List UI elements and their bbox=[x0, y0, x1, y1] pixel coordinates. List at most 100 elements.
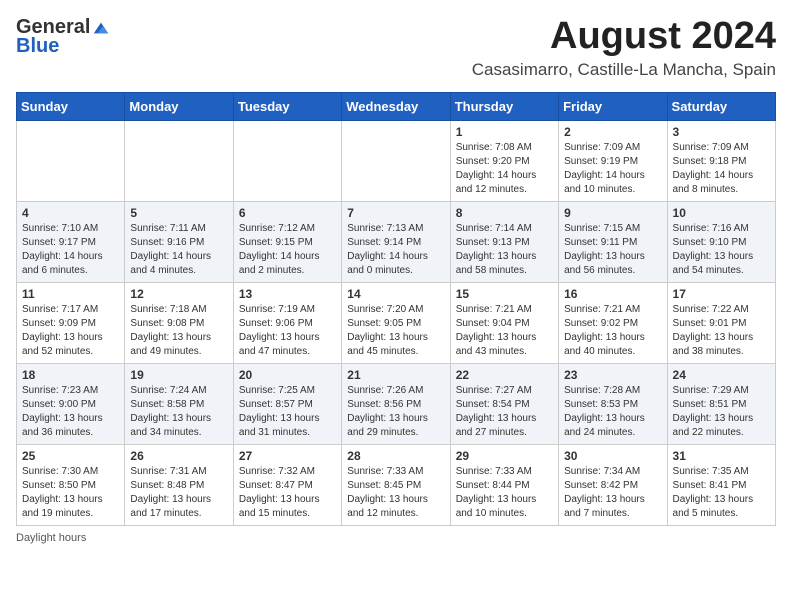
day-number: 18 bbox=[22, 368, 119, 382]
calendar-cell: 4 Sunrise: 7:10 AM Sunset: 9:17 PM Daylig… bbox=[17, 201, 125, 282]
day-number: 16 bbox=[564, 287, 661, 301]
day-info: Sunrise: 7:21 AM Sunset: 9:04 PM Dayligh… bbox=[456, 303, 553, 359]
day-info: Sunrise: 7:13 AM Sunset: 9:14 PM Dayligh… bbox=[347, 222, 444, 278]
day-info: Sunrise: 7:15 AM Sunset: 9:11 PM Dayligh… bbox=[564, 222, 661, 278]
calendar-cell: 15 Sunrise: 7:21 AM Sunset: 9:04 PM Dayli… bbox=[450, 282, 558, 363]
day-number: 30 bbox=[564, 449, 661, 463]
col-header-sunday: Sunday bbox=[17, 92, 125, 120]
day-number: 4 bbox=[22, 206, 119, 220]
day-number: 8 bbox=[456, 206, 553, 220]
day-number: 29 bbox=[456, 449, 553, 463]
calendar-cell: 6Sunrise: 7:12 AM Sunset: 9:15 PM Daylig… bbox=[233, 201, 341, 282]
location-subtitle: Casasimarro, Castille-La Mancha, Spain bbox=[472, 60, 776, 80]
day-number: 17 bbox=[673, 287, 770, 301]
day-info: Sunrise: 7:29 AM Sunset: 8:51 PM Dayligh… bbox=[673, 384, 770, 440]
calendar-cell: 13 Sunrise: 7:19 AM Sunset: 9:06 PM Dayli… bbox=[233, 282, 341, 363]
day-info: Sunrise: 7:17 AM Sunset: 9:09 PM Dayligh… bbox=[22, 303, 119, 359]
calendar-cell: 16 Sunrise: 7:21 AM Sunset: 9:02 PM Dayli… bbox=[559, 282, 667, 363]
calendar-cell: 28Sunrise: 7:33 AM Sunset: 8:45 PM Dayli… bbox=[342, 444, 450, 525]
calendar-cell: 25Sunrise: 7:30 AM Sunset: 8:50 PM Dayli… bbox=[17, 444, 125, 525]
day-info: Sunrise: 7:23 AM Sunset: 9:00 PM Dayligh… bbox=[22, 384, 119, 440]
calendar-cell: 21Sunrise: 7:26 AM Sunset: 8:56 PM Dayli… bbox=[342, 363, 450, 444]
week-row-1: 1 Sunrise: 7:08 AM Sunset: 9:20 PM Daylig… bbox=[17, 120, 776, 201]
day-number: 13 bbox=[239, 287, 336, 301]
calendar-cell: 20Sunrise: 7:25 AM Sunset: 8:57 PM Dayli… bbox=[233, 363, 341, 444]
day-number: 19 bbox=[130, 368, 227, 382]
calendar-cell: 2 Sunrise: 7:09 AM Sunset: 9:19 PM Daylig… bbox=[559, 120, 667, 201]
calendar-cell: 7Sunrise: 7:13 AM Sunset: 9:14 PM Daylig… bbox=[342, 201, 450, 282]
day-number: 23 bbox=[564, 368, 661, 382]
title-section: August 2024 Casasimarro, Castille-La Man… bbox=[472, 16, 776, 80]
day-number: 26 bbox=[130, 449, 227, 463]
day-info: Sunrise: 7:18 AM Sunset: 9:08 PM Dayligh… bbox=[130, 303, 227, 359]
col-header-friday: Friday bbox=[559, 92, 667, 120]
day-number: 6 bbox=[239, 206, 336, 220]
day-number: 3 bbox=[673, 125, 770, 139]
day-info: Sunrise: 7:19 AM Sunset: 9:06 PM Dayligh… bbox=[239, 303, 336, 359]
calendar-cell: 31Sunrise: 7:35 AM Sunset: 8:41 PM Dayli… bbox=[667, 444, 775, 525]
day-info: Sunrise: 7:27 AM Sunset: 8:54 PM Dayligh… bbox=[456, 384, 553, 440]
calendar-cell bbox=[17, 120, 125, 201]
day-info: Sunrise: 7:24 AM Sunset: 8:58 PM Dayligh… bbox=[130, 384, 227, 440]
calendar-header-row: SundayMondayTuesdayWednesdayThursdayFrid… bbox=[17, 92, 776, 120]
calendar-cell: 14 Sunrise: 7:20 AM Sunset: 9:05 PM Dayli… bbox=[342, 282, 450, 363]
calendar-cell: 19 Sunrise: 7:24 AM Sunset: 8:58 PM Dayli… bbox=[125, 363, 233, 444]
calendar-cell: 1 Sunrise: 7:08 AM Sunset: 9:20 PM Daylig… bbox=[450, 120, 558, 201]
calendar-cell bbox=[125, 120, 233, 201]
calendar-cell: 5Sunrise: 7:11 AM Sunset: 9:16 PM Daylig… bbox=[125, 201, 233, 282]
day-number: 14 bbox=[347, 287, 444, 301]
calendar-cell: 22 Sunrise: 7:27 AM Sunset: 8:54 PM Dayli… bbox=[450, 363, 558, 444]
col-header-saturday: Saturday bbox=[667, 92, 775, 120]
day-number: 21 bbox=[347, 368, 444, 382]
calendar-cell: 8 Sunrise: 7:14 AM Sunset: 9:13 PM Daylig… bbox=[450, 201, 558, 282]
calendar-cell: 29 Sunrise: 7:33 AM Sunset: 8:44 PM Dayli… bbox=[450, 444, 558, 525]
calendar-cell: 17 Sunrise: 7:22 AM Sunset: 9:01 PM Dayli… bbox=[667, 282, 775, 363]
logo: General Blue bbox=[16, 16, 110, 58]
day-info: Sunrise: 7:14 AM Sunset: 9:13 PM Dayligh… bbox=[456, 222, 553, 278]
day-info: Sunrise: 7:33 AM Sunset: 8:44 PM Dayligh… bbox=[456, 465, 553, 521]
day-info: Sunrise: 7:10 AM Sunset: 9:17 PM Dayligh… bbox=[22, 222, 119, 278]
logo-icon bbox=[92, 19, 110, 37]
day-number: 5 bbox=[130, 206, 227, 220]
calendar-cell bbox=[342, 120, 450, 201]
footer-note: Daylight hours bbox=[16, 532, 776, 544]
calendar-cell: 9Sunrise: 7:15 AM Sunset: 9:11 PM Daylig… bbox=[559, 201, 667, 282]
day-number: 2 bbox=[564, 125, 661, 139]
calendar-cell: 26 Sunrise: 7:31 AM Sunset: 8:48 PM Dayli… bbox=[125, 444, 233, 525]
day-number: 12 bbox=[130, 287, 227, 301]
day-number: 15 bbox=[456, 287, 553, 301]
day-info: Sunrise: 7:31 AM Sunset: 8:48 PM Dayligh… bbox=[130, 465, 227, 521]
day-info: Sunrise: 7:35 AM Sunset: 8:41 PM Dayligh… bbox=[673, 465, 770, 521]
calendar-cell: 18 Sunrise: 7:23 AM Sunset: 9:00 PM Dayli… bbox=[17, 363, 125, 444]
page-header: General Blue August 2024 Casasimarro, Ca… bbox=[16, 16, 776, 80]
day-info: Sunrise: 7:08 AM Sunset: 9:20 PM Dayligh… bbox=[456, 141, 553, 197]
calendar-cell: 10Sunrise: 7:16 AM Sunset: 9:10 PM Dayli… bbox=[667, 201, 775, 282]
week-row-2: 4 Sunrise: 7:10 AM Sunset: 9:17 PM Daylig… bbox=[17, 201, 776, 282]
calendar-cell bbox=[233, 120, 341, 201]
day-info: Sunrise: 7:34 AM Sunset: 8:42 PM Dayligh… bbox=[564, 465, 661, 521]
day-info: Sunrise: 7:20 AM Sunset: 9:05 PM Dayligh… bbox=[347, 303, 444, 359]
col-header-wednesday: Wednesday bbox=[342, 92, 450, 120]
month-year-title: August 2024 bbox=[472, 16, 776, 58]
day-info: Sunrise: 7:09 AM Sunset: 9:19 PM Dayligh… bbox=[564, 141, 661, 197]
day-number: 28 bbox=[347, 449, 444, 463]
day-number: 22 bbox=[456, 368, 553, 382]
logo-blue-text: Blue bbox=[16, 35, 59, 58]
day-info: Sunrise: 7:16 AM Sunset: 9:10 PM Dayligh… bbox=[673, 222, 770, 278]
day-info: Sunrise: 7:32 AM Sunset: 8:47 PM Dayligh… bbox=[239, 465, 336, 521]
day-info: Sunrise: 7:09 AM Sunset: 9:18 PM Dayligh… bbox=[673, 141, 770, 197]
calendar-cell: 23Sunrise: 7:28 AM Sunset: 8:53 PM Dayli… bbox=[559, 363, 667, 444]
calendar-cell: 30 Sunrise: 7:34 AM Sunset: 8:42 PM Dayli… bbox=[559, 444, 667, 525]
week-row-3: 11Sunrise: 7:17 AM Sunset: 9:09 PM Dayli… bbox=[17, 282, 776, 363]
day-number: 24 bbox=[673, 368, 770, 382]
day-info: Sunrise: 7:30 AM Sunset: 8:50 PM Dayligh… bbox=[22, 465, 119, 521]
calendar-cell: 3 Sunrise: 7:09 AM Sunset: 9:18 PM Daylig… bbox=[667, 120, 775, 201]
calendar-cell: 12 Sunrise: 7:18 AM Sunset: 9:08 PM Dayli… bbox=[125, 282, 233, 363]
day-number: 1 bbox=[456, 125, 553, 139]
calendar-cell: 11Sunrise: 7:17 AM Sunset: 9:09 PM Dayli… bbox=[17, 282, 125, 363]
calendar-cell: 27Sunrise: 7:32 AM Sunset: 8:47 PM Dayli… bbox=[233, 444, 341, 525]
col-header-tuesday: Tuesday bbox=[233, 92, 341, 120]
day-info: Sunrise: 7:22 AM Sunset: 9:01 PM Dayligh… bbox=[673, 303, 770, 359]
day-info: Sunrise: 7:21 AM Sunset: 9:02 PM Dayligh… bbox=[564, 303, 661, 359]
day-info: Sunrise: 7:25 AM Sunset: 8:57 PM Dayligh… bbox=[239, 384, 336, 440]
